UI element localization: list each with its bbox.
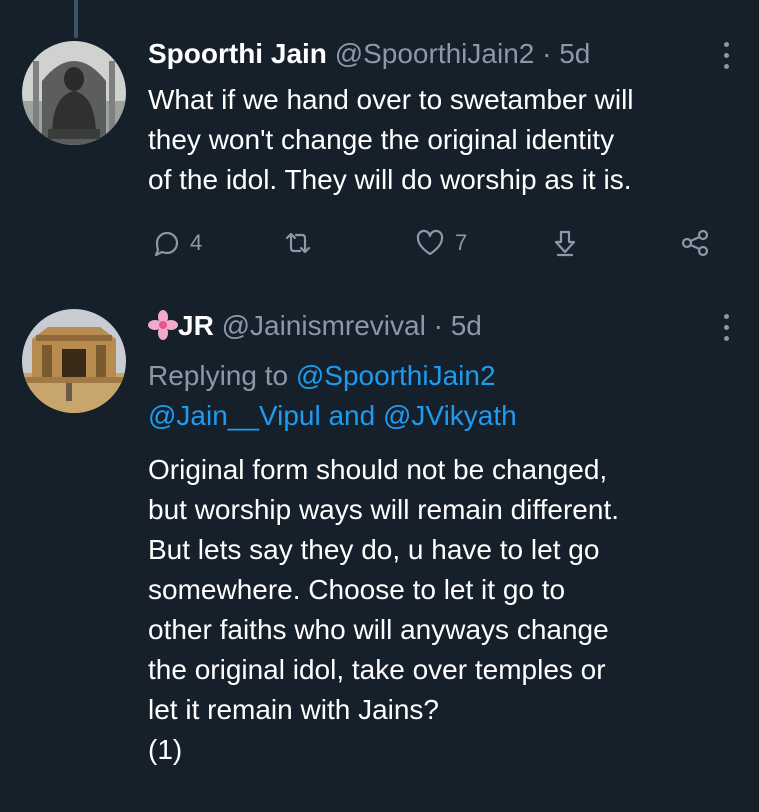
author-handle[interactable]: @Jainismrevival [222, 310, 426, 341]
avatar-jain-idol-image [22, 41, 126, 145]
tweet-text-line: but worship ways will remain different. [148, 494, 620, 525]
author-name[interactable]: JR [178, 310, 214, 341]
tweet-text-line: other faiths who will anyways change [148, 614, 609, 645]
mention-link[interactable]: @SpoorthiJain2 [296, 360, 496, 391]
tweet-header: JR @Jainismrevival · 5d [148, 310, 482, 342]
retweet-button[interactable] [283, 228, 323, 258]
more-options-icon[interactable] [721, 42, 731, 69]
tweet-text-line: of the idol. They will do worship as it … [148, 164, 632, 195]
retweet-icon [285, 232, 311, 254]
tweet-text-line: they won't change the original identity [148, 124, 615, 155]
replying-to: Replying to @SpoorthiJain2 @Jain__Vipul … [148, 356, 748, 436]
mention-link[interactable]: @Jain__Vipul [148, 400, 321, 431]
tweet-time[interactable]: 5d [451, 310, 482, 341]
tweet-text-line: What if we hand over to swetamber will [148, 84, 634, 115]
tweet-actions: 4 7 [0, 228, 759, 268]
thread-connector-line [74, 0, 78, 38]
like-count: 7 [455, 230, 468, 255]
tweet-text-line: somewhere. Choose to let it go to [148, 574, 566, 605]
tweet-text-line: But lets say they do, u have to let go [148, 534, 600, 565]
avatar[interactable] [22, 309, 126, 413]
reply-button[interactable]: 4 [150, 228, 202, 258]
replying-and: and [328, 400, 376, 431]
reply-count: 4 [190, 230, 203, 255]
share-button[interactable] [680, 228, 710, 258]
reply-icon [154, 231, 179, 257]
tweet-text-line: (1) [148, 734, 183, 765]
tweet-header: Spoorthi Jain @SpoorthiJain2 · 5d [148, 38, 590, 70]
avatar[interactable] [22, 41, 126, 145]
tweet-text: What if we hand over to swetamber will t… [148, 80, 748, 200]
flower-icon [148, 310, 178, 340]
download-icon [554, 230, 576, 257]
avatar-temple-image [22, 309, 126, 413]
mention-link[interactable]: @JVikyath [383, 400, 517, 431]
tweet-text: Original form should not be changed, but… [148, 450, 748, 770]
share-icon [681, 229, 709, 257]
author-handle[interactable]: @SpoorthiJain2 [335, 38, 535, 69]
download-button[interactable] [550, 228, 580, 258]
tweet-text-line: let it remain with Jains? [148, 694, 440, 725]
more-options-icon[interactable] [721, 314, 731, 341]
tweet-text-line: the original idol, take over temples or [148, 654, 606, 685]
tweet-text-line: Original form should not be changed, [148, 454, 608, 485]
separator-dot: · [433, 310, 443, 341]
like-button[interactable]: 7 [415, 228, 467, 258]
tweet-time[interactable]: 5d [559, 38, 590, 69]
replying-prefix: Replying to [148, 360, 289, 391]
separator-dot: · [542, 38, 552, 69]
like-icon [416, 229, 444, 256]
author-name[interactable]: Spoorthi Jain [148, 38, 327, 69]
